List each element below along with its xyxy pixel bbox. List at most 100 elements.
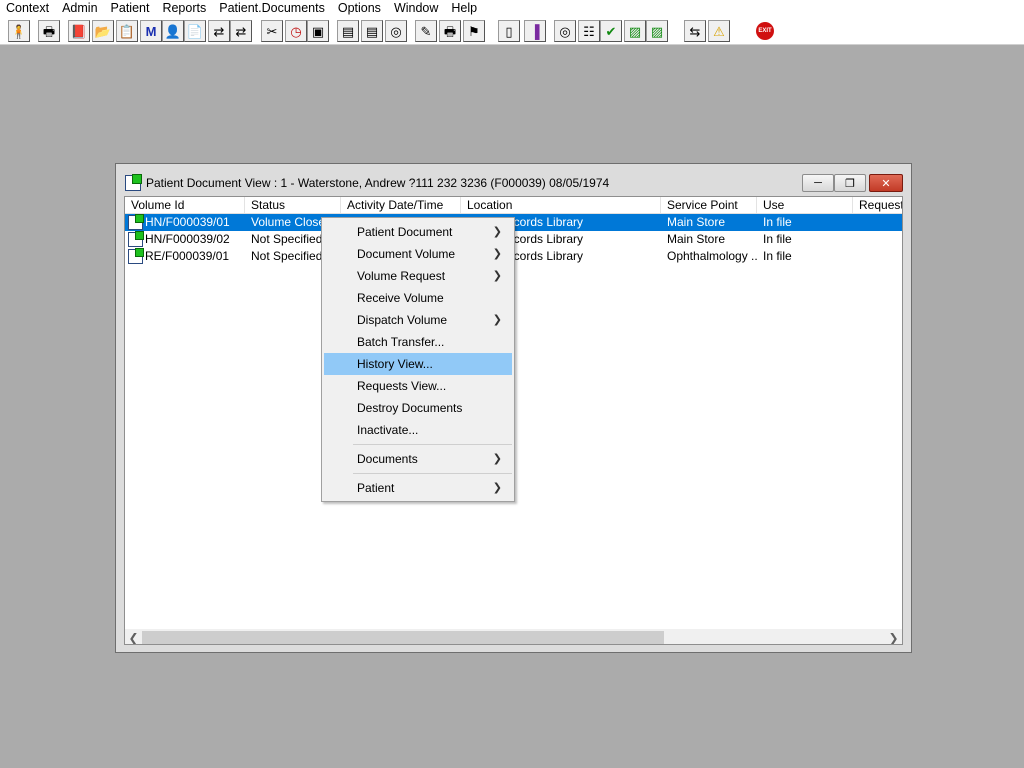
column-header-activity-date-time[interactable]: Activity Date/Time xyxy=(341,197,461,213)
restore-icon: ❐ xyxy=(845,177,855,190)
cell-use: In file xyxy=(763,215,792,229)
monitor-icon: ▣ xyxy=(311,23,325,39)
menu-item-label: Document Volume xyxy=(357,247,456,261)
scroll-left-button[interactable]: ❮ xyxy=(125,629,142,645)
toolbar-button-book[interactable]: 📕 xyxy=(68,20,90,42)
column-header-location[interactable]: Location xyxy=(461,197,661,213)
window-title-bar[interactable]: Patient Document View : 1 - Waterstone, … xyxy=(116,164,911,196)
menu-admin[interactable]: Admin xyxy=(56,0,104,17)
maximize-button[interactable]: ❐ xyxy=(834,174,866,192)
volume-icon: ▨ xyxy=(628,23,642,39)
menu-item-receive-volume[interactable]: Receive Volume xyxy=(324,287,512,309)
cell-service-point: Main Store xyxy=(667,232,726,246)
toolbar-button-swap[interactable]: ⇆ xyxy=(684,20,706,42)
toolbar-button-page[interactable]: ▯ xyxy=(498,20,520,42)
toolbar-button-user-chart[interactable]: ⚑ xyxy=(463,20,485,42)
toolbar-button-printer[interactable]: 🖶 xyxy=(38,20,60,42)
menu-help[interactable]: Help xyxy=(445,0,484,17)
column-header-status[interactable]: Status xyxy=(245,197,341,213)
menu-item-document-volume[interactable]: Document Volume ❯ xyxy=(324,243,512,265)
scroll-right-button[interactable]: ❯ xyxy=(885,629,902,645)
report-icon: 📋 xyxy=(118,23,136,39)
menu-item-label: Inactivate... xyxy=(357,423,419,437)
document-volume-icon xyxy=(125,174,142,191)
menu-options[interactable]: Options xyxy=(332,0,388,17)
horizontal-scrollbar[interactable]: ❮ ❯ xyxy=(125,629,902,645)
menu-item-label: Receive Volume xyxy=(357,291,444,305)
column-header-service-point[interactable]: Service Point xyxy=(661,197,757,213)
check-icon: ✔ xyxy=(605,23,617,39)
toolbar-button-card[interactable]: ▤ xyxy=(361,20,383,42)
scrollbar-thumb[interactable] xyxy=(142,631,664,644)
chevron-right-icon: ❯ xyxy=(492,453,502,465)
column-header-volume-id[interactable]: Volume Id xyxy=(125,197,245,213)
toolbar-button-mail[interactable]: M xyxy=(140,20,162,42)
menu-item-label: Patient xyxy=(357,481,395,495)
toolbar-button-volume[interactable]: ▨ xyxy=(624,20,646,42)
globe-icon: ◎ xyxy=(390,23,402,39)
toolbar-button-printer[interactable]: 🖶 xyxy=(439,20,461,42)
user-chart-icon: ⚑ xyxy=(468,23,480,39)
menu-item-inactivate[interactable]: Inactivate... xyxy=(324,419,512,441)
toolbar-button-transfer[interactable]: ⇄ xyxy=(230,20,252,42)
toolbar-button-warning[interactable]: ⚠ xyxy=(708,20,730,42)
menu-item-label: Volume Request xyxy=(357,269,446,283)
menu-separator xyxy=(353,473,512,474)
toolbar-button-volume[interactable]: ▨ xyxy=(646,20,668,42)
toolbar-button-person[interactable]: 👤 xyxy=(162,20,184,42)
toolbar-button-globe[interactable]: ◎ xyxy=(385,20,407,42)
cell-use: In file xyxy=(763,249,792,263)
toolbar-button-card[interactable]: ▤ xyxy=(337,20,359,42)
close-button[interactable]: ✕ xyxy=(869,174,903,192)
menu-reports[interactable]: Reports xyxy=(156,0,213,17)
list-header: Volume Id Status Activity Date/Time Loca… xyxy=(125,197,902,214)
menu-item-label: Destroy Documents xyxy=(357,401,463,415)
menu-item-documents[interactable]: Documents ❯ xyxy=(324,448,512,470)
menu-context[interactable]: Context xyxy=(0,0,56,17)
toolbar-button-report[interactable]: 📋 xyxy=(116,20,138,42)
folder-icon: 📂 xyxy=(94,23,112,39)
page-icon: ▯ xyxy=(505,23,513,39)
column-header-requested[interactable]: Requeste xyxy=(853,197,902,213)
toolbar-button-patient[interactable]: 🧍 xyxy=(8,20,30,42)
toolbar-button-check[interactable]: ✔ xyxy=(600,20,622,42)
toolbar-button-forms[interactable]: ☷ xyxy=(578,20,600,42)
cell-volume-id: RE/F000039/01 xyxy=(145,249,230,263)
toolbar-button-chart[interactable]: ▐ xyxy=(524,20,546,42)
toolbar-button-transfer[interactable]: ⇄ xyxy=(208,20,230,42)
cell-use: In file xyxy=(763,232,792,246)
menu-item-destroy-documents[interactable]: Destroy Documents xyxy=(324,397,512,419)
toolbar-button-document[interactable]: 📄 xyxy=(184,20,206,42)
menu-item-history-view[interactable]: History View... xyxy=(324,353,512,375)
chevron-left-icon: ❮ xyxy=(128,630,139,645)
card-icon: ▤ xyxy=(341,23,355,39)
toolbar-button-notes[interactable]: ✎ xyxy=(415,20,437,42)
cell-service-point: Ophthalmology ... xyxy=(667,249,757,263)
toolbar-button-folder[interactable]: 📂 xyxy=(92,20,114,42)
menu-patient[interactable]: Patient xyxy=(105,0,157,17)
document-icon: 📄 xyxy=(186,23,204,39)
column-header-use[interactable]: Use xyxy=(757,197,853,213)
context-menu: Patient Document ❯ Document Volume ❯ Volum… xyxy=(321,217,515,502)
menu-window[interactable]: Window xyxy=(388,0,445,17)
chevron-right-icon: ❯ xyxy=(492,482,502,494)
menu-item-label: History View... xyxy=(357,357,433,371)
toolbar-button-exit[interactable]: EXIT xyxy=(754,20,776,42)
toolbar-button-scan[interactable]: ✂ xyxy=(261,20,283,42)
chevron-right-icon: ❯ xyxy=(492,226,502,238)
menu-item-patient[interactable]: Patient ❯ xyxy=(324,477,512,499)
minimize-button[interactable]: ─ xyxy=(802,174,834,192)
toolbar-button-monitor[interactable]: ▣ xyxy=(307,20,329,42)
menu-item-volume-request[interactable]: Volume Request ❯ xyxy=(324,265,512,287)
menu-item-dispatch-volume[interactable]: Dispatch Volume ❯ xyxy=(324,309,512,331)
toolbar-button-globe[interactable]: ◎ xyxy=(554,20,576,42)
menu-item-batch-transfer[interactable]: Batch Transfer... xyxy=(324,331,512,353)
menu-patient-documents[interactable]: Patient.Documents xyxy=(213,0,332,17)
toolbar-button-clock[interactable]: ◷ xyxy=(285,20,307,42)
menu-item-requests-view[interactable]: Requests View... xyxy=(324,375,512,397)
warning-icon: ⚠ xyxy=(713,23,725,39)
chevron-right-icon: ❯ xyxy=(888,630,899,645)
menu-item-patient-document[interactable]: Patient Document ❯ xyxy=(324,221,512,243)
person-icon: 👤 xyxy=(164,23,182,39)
window-title: Patient Document View : 1 - Waterstone, … xyxy=(146,176,610,190)
